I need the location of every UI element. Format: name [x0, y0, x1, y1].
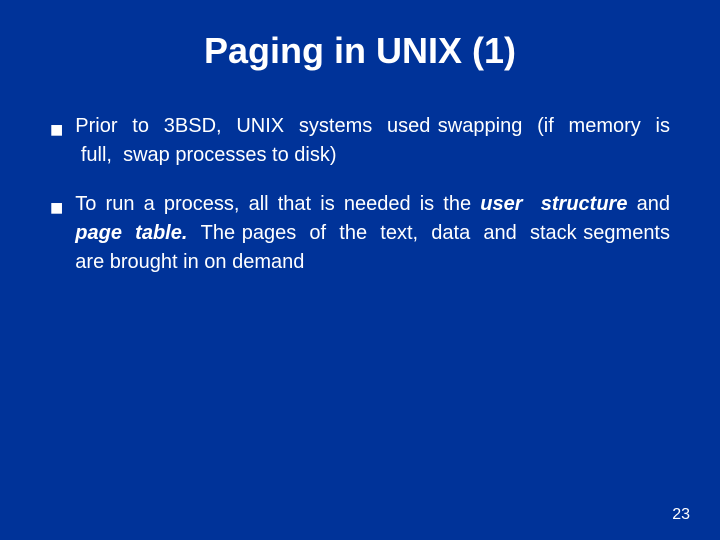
bullet-marker-1: ■: [50, 114, 63, 146]
slide-number: 23: [672, 506, 690, 524]
bullet-text-2: To run a process, all that is needed is …: [75, 190, 670, 277]
italic-page-table: page table.: [75, 222, 187, 244]
italic-user-structure: user structure: [480, 193, 627, 215]
content-area: ■ Prior to 3BSD, UNIX systems used swapp…: [50, 112, 670, 277]
bullet-marker-2: ■: [50, 192, 63, 224]
bullet-text-1: Prior to 3BSD, UNIX systems used swappin…: [75, 112, 670, 170]
bullet-item-2: ■ To run a process, all that is needed i…: [50, 190, 670, 277]
slide-title: Paging in UNIX (1): [50, 30, 670, 72]
bullet-item-1: ■ Prior to 3BSD, UNIX systems used swapp…: [50, 112, 670, 170]
